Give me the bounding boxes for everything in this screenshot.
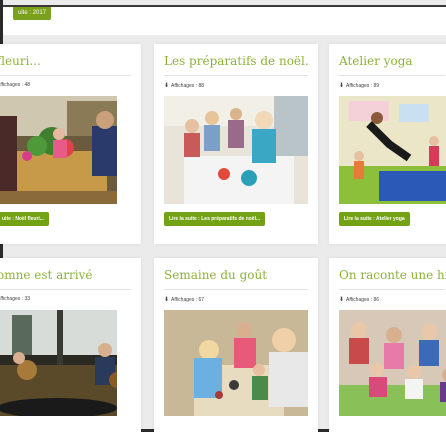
photo-automne [0,310,117,416]
views-count: ⬇ Affichages : 89 [339,83,380,89]
read-more-button[interactable]: uite : Noël fleuri... [0,212,49,226]
article-photo[interactable] [339,96,446,204]
photo-semaine-gout [164,310,308,416]
article-card: fleuri... Affichages : 48 [0,44,141,244]
title-divider [0,289,131,290]
article-photo[interactable] [339,310,446,416]
download-icon: ⬇ [164,83,170,89]
article-title[interactable]: Atelier yoga [339,54,446,68]
download-icon: ⬇ [339,83,345,89]
article-card: Semaine du goût ⬇ Affichages : 67 [154,258,318,432]
article-card: Les préparatifs de noël... ⬇ Affichages :… [154,44,318,244]
download-icon: ⬇ [164,297,170,303]
article-title[interactable]: On raconte une histo [339,268,446,282]
photo-preparatifs-noel [164,96,308,204]
photo-histoire [339,310,446,416]
article-title[interactable]: Les préparatifs de noël... [164,54,310,68]
article-photo[interactable] [164,96,308,204]
previous-article-button[interactable]: uite : 2017 [13,7,52,20]
article-title[interactable]: omne est arrivé [0,268,133,282]
read-more-button[interactable]: Lire la suite : Atelier yoga [339,212,410,226]
views-count: Affichages : 33 [0,296,30,302]
download-icon: ⬇ [339,297,345,303]
blog-grid: fleuri... Affichages : 48 [0,0,446,432]
article-card: Atelier yoga ⬇ Affichages : 89 Lire la s… [329,44,446,244]
scrollbar[interactable] [433,40,437,420]
views-count: ⬇ Affichages : 86 [339,297,380,303]
article-photo[interactable] [164,310,308,416]
top-bar: uite : 2017 [3,5,446,35]
article-title[interactable]: fleuri... [0,54,133,68]
title-divider [339,75,445,76]
read-more-button[interactable]: Lire la suite : Les préparatifs de noël.… [164,212,266,226]
title-divider [0,75,131,76]
article-title[interactable]: Semaine du goût [164,268,310,282]
photo-noel-fleuri [0,96,117,204]
article-photo[interactable] [0,96,117,204]
photo-atelier-yoga [339,96,446,204]
title-divider [339,289,445,290]
views-count: ⬇ Affichages : 88 [164,83,205,89]
title-divider [164,75,308,76]
article-card: On raconte une histo ⬇Affichages : 86 [329,258,446,432]
article-photo[interactable] [0,310,117,416]
article-card: omne est arrivé Affichages : 33 [0,258,141,432]
views-count: ⬇ Affichages : 67 [164,297,205,303]
title-divider [164,289,308,290]
views-count: Affichages : 48 [0,82,30,88]
